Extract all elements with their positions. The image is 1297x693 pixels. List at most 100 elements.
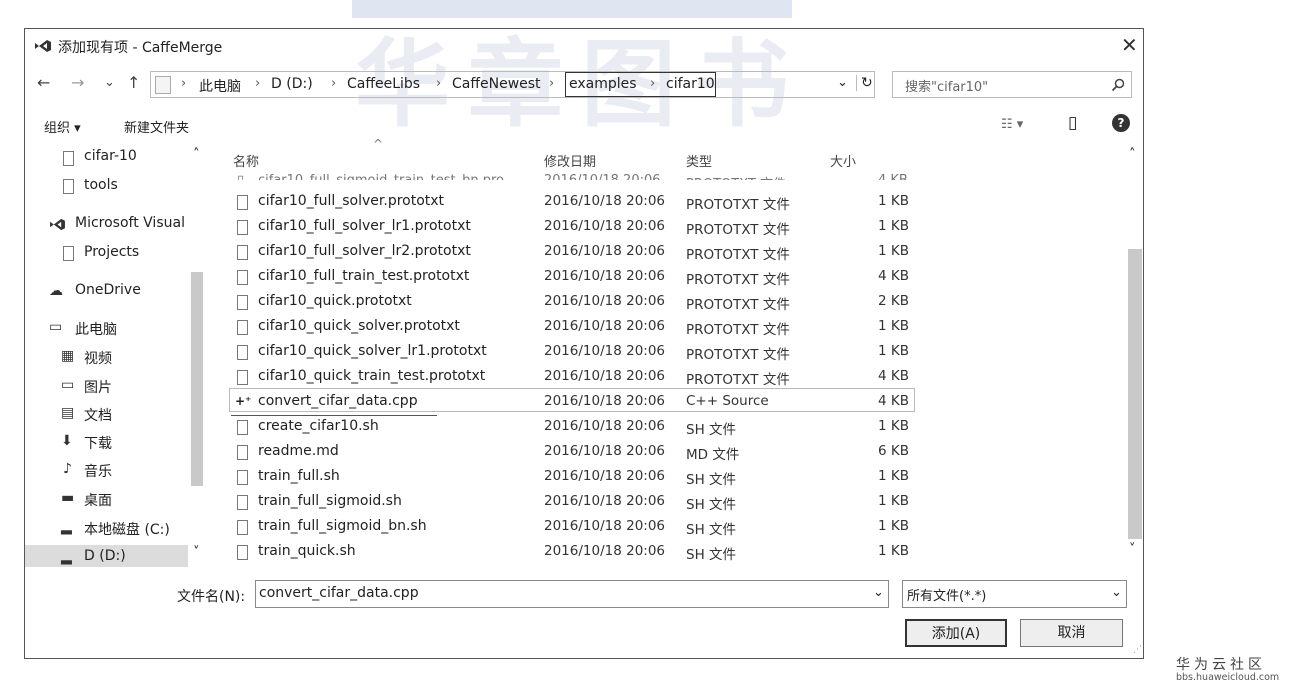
breadcrumb-caffenewest[interactable]: CaffeNewest: [452, 76, 541, 92]
file-icon: ▯: [237, 173, 251, 180]
column-header-modified[interactable]: 修改日期: [544, 151, 596, 170]
search-input[interactable]: 搜索"cifar10": [892, 71, 1132, 98]
file-name[interactable]: train_full_sigmoid.sh: [258, 493, 402, 509]
file-size: 4 KB: [878, 393, 909, 409]
file-type: MD 文件: [686, 447, 740, 463]
column-header-size[interactable]: 大小: [830, 151, 856, 170]
file-icon: [237, 370, 248, 385]
sidebar-scroll-down[interactable]: ˅: [193, 545, 200, 560]
file-list-scrollbar[interactable]: [1128, 249, 1142, 539]
preview-pane-button[interactable]: ▯: [1068, 113, 1077, 133]
cancel-button[interactable]: 取消: [1020, 619, 1123, 647]
breadcrumb-caffeelibs[interactable]: CaffeeLibs: [347, 76, 420, 92]
organize-menu[interactable]: 组织 ▾: [44, 117, 81, 136]
drive-icon: ▂: [61, 519, 72, 535]
file-name[interactable]: cifar10_full_sigmoid_train_test_bn.pro..…: [258, 173, 516, 180]
recent-locations-dropdown[interactable]: ⌄: [104, 75, 115, 90]
file-list-scroll-up[interactable]: ˄: [1129, 147, 1136, 162]
help-button[interactable]: ?: [1112, 114, 1130, 132]
file-type: PROTOTXT 文件: [686, 347, 790, 363]
file-name[interactable]: train_full_sigmoid_bn.sh: [258, 518, 427, 534]
file-name[interactable]: readme.md: [258, 443, 339, 459]
filename-dropdown[interactable]: ⌄: [873, 585, 884, 600]
sidebar-item-pictures[interactable]: 图片: [84, 377, 112, 397]
column-header-type[interactable]: 类型: [686, 151, 712, 170]
breadcrumb-examples[interactable]: examples: [569, 76, 637, 92]
filename-value: convert_cifar_data.cpp: [259, 585, 419, 601]
file-name[interactable]: train_full.sh: [258, 468, 340, 484]
breadcrumb-d-drive[interactable]: D (D:): [271, 76, 313, 92]
file-icon: [237, 420, 248, 435]
sidebar-scrollbar[interactable]: [191, 272, 203, 486]
search-icon[interactable]: [1111, 78, 1125, 92]
sidebar-item-drive-c[interactable]: 本地磁盘 (C:): [84, 519, 170, 539]
sidebar-scroll-up[interactable]: ˄: [193, 147, 200, 162]
file-name[interactable]: cifar10_quick_train_test.prototxt: [258, 368, 485, 384]
file-size: 1 KB: [878, 343, 909, 359]
sidebar-item-this-pc[interactable]: 此电脑: [75, 319, 117, 339]
new-folder-button[interactable]: 新建文件夹: [124, 117, 189, 136]
file-type-value: 所有文件(*.*): [907, 589, 987, 604]
file-name[interactable]: train_quick.sh: [258, 543, 356, 559]
file-name[interactable]: cifar10_full_solver_lr2.prototxt: [258, 243, 471, 259]
sidebar-item-downloads[interactable]: 下载: [84, 433, 112, 453]
sidebar-item-projects[interactable]: Projects: [84, 244, 139, 260]
view-options-button[interactable]: ☷ ▾: [1001, 117, 1023, 132]
file-icon: [63, 246, 74, 261]
add-button[interactable]: 添加(A): [905, 619, 1007, 647]
file-type: PROTOTXT 文件: [686, 372, 790, 388]
watermark-title: 华为云社区: [1176, 657, 1266, 673]
file-size: 1 KB: [878, 318, 909, 334]
back-button[interactable]: ←: [37, 73, 50, 92]
breadcrumb-this-pc[interactable]: 此电脑: [199, 76, 241, 96]
filename-input[interactable]: convert_cifar_data.cpp ⌄: [255, 580, 889, 608]
window-title: 添加现有项 - CaffeMerge: [58, 40, 223, 56]
file-type: PROTOTXT 文件: [686, 322, 790, 338]
sidebar-item-documents[interactable]: 文档: [84, 405, 112, 425]
file-size: 4 KB: [878, 368, 909, 384]
desktop-icon: ▬: [61, 490, 75, 506]
sidebar-item-music[interactable]: 音乐: [84, 461, 112, 481]
file-list-scroll-down[interactable]: ˅: [1129, 542, 1136, 557]
folder-icon: [155, 76, 171, 94]
drive-icon: ▂: [61, 549, 72, 565]
close-button[interactable]: ✕: [1121, 33, 1138, 57]
forward-button[interactable]: →: [71, 73, 84, 92]
file-name[interactable]: cifar10_full_train_test.prototxt: [258, 268, 469, 284]
sidebar-item-desktop[interactable]: 桌面: [84, 490, 112, 510]
file-date: 2016/10/18 20:06: [544, 193, 666, 209]
file-name[interactable]: cifar10_quick.prototxt: [258, 293, 412, 309]
up-button[interactable]: ↑: [127, 73, 140, 92]
file-size: 6 KB: [878, 443, 909, 459]
sidebar-item-microsoft-visual[interactable]: Microsoft Visual: [75, 215, 185, 231]
breadcrumb-cifar10[interactable]: cifar10: [666, 76, 715, 92]
file-name[interactable]: convert_cifar_data.cpp: [258, 393, 418, 409]
file-icon: [237, 345, 248, 360]
file-icon: [237, 520, 248, 535]
file-date: 2016/10/18 20:06: [544, 293, 666, 309]
file-size: 1 KB: [878, 418, 909, 434]
file-name[interactable]: create_cifar10.sh: [258, 418, 379, 434]
file-type: PROTOTXT 文件: [686, 173, 786, 180]
file-size: 4 KB: [878, 268, 909, 284]
file-icon: [237, 295, 248, 310]
address-bar[interactable]: › 此电脑 › D (D:) › CaffeeLibs › CaffeNewes…: [150, 71, 875, 98]
file-name[interactable]: cifar10_quick_solver.prototxt: [258, 318, 460, 334]
column-header-name[interactable]: 名称: [233, 151, 259, 170]
file-size: 4 KB: [878, 173, 908, 180]
file-name[interactable]: cifar10_full_solver.prototxt: [258, 193, 444, 209]
file-type-dropdown[interactable]: ⌄: [1111, 585, 1122, 600]
sidebar-item-tools[interactable]: tools: [84, 177, 118, 193]
refresh-button[interactable]: ↻: [856, 75, 873, 91]
sidebar-item-cifar-10[interactable]: cifar-10: [84, 148, 137, 164]
sidebar-item-drive-d[interactable]: D (D:): [84, 548, 126, 564]
document-icon: ▤: [61, 405, 75, 421]
file-type-select[interactable]: 所有文件(*.*) ⌄: [902, 580, 1127, 608]
sidebar-item-videos[interactable]: 视频: [84, 348, 112, 368]
sidebar-item-onedrive[interactable]: OneDrive: [75, 282, 141, 298]
resize-grip-icon[interactable]: ⋰: [1133, 645, 1142, 655]
address-dropdown[interactable]: ⌄: [837, 75, 848, 90]
file-name[interactable]: cifar10_quick_solver_lr1.prototxt: [258, 343, 487, 359]
file-name[interactable]: cifar10_full_solver_lr1.prototxt: [258, 218, 471, 234]
file-size: 1 KB: [878, 468, 909, 484]
